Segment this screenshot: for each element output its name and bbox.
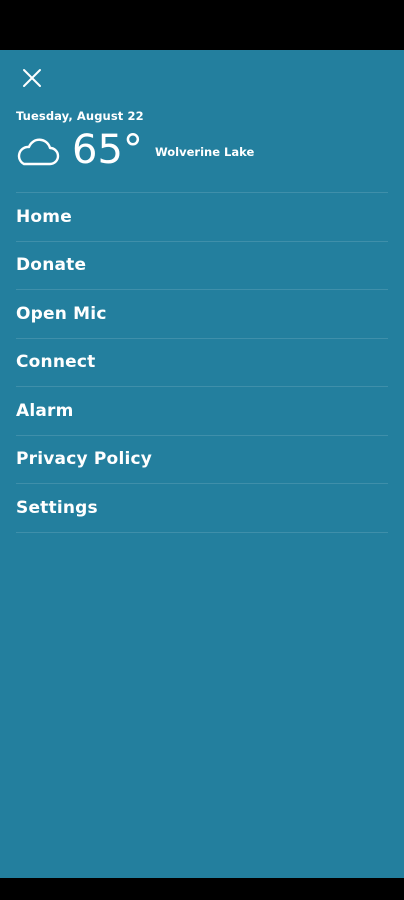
menu-item-alarm[interactable]: Alarm [16,387,388,436]
navigation-drawer: Tuesday, August 22 65° Wolverine Lake Ho… [0,50,404,878]
close-button[interactable] [14,62,50,94]
current-date: Tuesday, August 22 [16,109,144,123]
menu-item-open-mic[interactable]: Open Mic [16,290,388,339]
drawer-menu: Home Donate Open Mic Connect Alarm Priva… [16,192,388,533]
cloud-icon [14,136,60,168]
system-navigation-bar [0,878,404,900]
status-bar [0,0,404,50]
menu-item-home[interactable]: Home [16,193,388,242]
menu-item-connect[interactable]: Connect [16,339,388,387]
close-icon [23,69,41,87]
menu-item-donate[interactable]: Donate [16,242,388,290]
menu-item-settings[interactable]: Settings [16,484,388,533]
menu-item-privacy-policy[interactable]: Privacy Policy [16,436,388,484]
temperature: 65° [72,127,143,173]
weather-location: Wolverine Lake [155,145,255,159]
